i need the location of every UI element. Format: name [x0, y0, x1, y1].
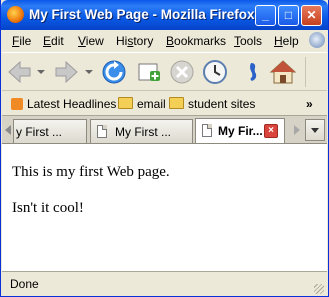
- throbber-icon: [309, 32, 325, 48]
- scroll-tabs-left-button[interactable]: [5, 125, 11, 135]
- minimize-icon: _: [262, 8, 269, 22]
- chevron-down-icon: [311, 128, 319, 133]
- menu-edit[interactable]: Edit: [43, 34, 64, 48]
- toolbar-overflow-icon[interactable]: [305, 57, 326, 87]
- bookmark-student-sites[interactable]: student sites: [169, 97, 255, 111]
- reload-button[interactable]: [99, 57, 129, 87]
- seahorse-button[interactable]: [238, 57, 268, 87]
- history-button[interactable]: [200, 57, 230, 87]
- back-button[interactable]: [6, 57, 36, 87]
- scroll-tabs-right-button[interactable]: [294, 125, 300, 135]
- paragraph-2: Isn't it cool!: [12, 200, 84, 216]
- menu-view[interactable]: View: [78, 34, 104, 48]
- minimize-button[interactable]: _: [255, 5, 276, 26]
- page-content: This is my first Web page. Isn't it cool…: [2, 143, 327, 271]
- stop-button[interactable]: [167, 57, 197, 87]
- paragraph-1: This is my first Web page.: [12, 164, 170, 180]
- bookmark-email[interactable]: email: [118, 97, 166, 111]
- bookmarks-toolbar: Latest Headlines email student sites »: [2, 90, 327, 116]
- resize-grip-icon[interactable]: [314, 284, 324, 294]
- firefox-icon: [7, 6, 24, 23]
- status-bar: Done: [2, 271, 327, 297]
- home-icon: [269, 60, 297, 84]
- maximize-button[interactable]: □: [278, 5, 299, 26]
- menu-bar: File Edit View History Bookmarks Tools H…: [2, 30, 327, 52]
- title-bar[interactable]: My First Web Page - Mozilla Firefox _ □ …: [1, 0, 328, 30]
- navigation-toolbar: [2, 52, 327, 91]
- close-icon: ✕: [306, 8, 317, 22]
- tab-1-label: y First ...: [16, 125, 62, 139]
- maximize-icon: □: [284, 8, 293, 22]
- menu-bookmarks[interactable]: Bookmarks: [166, 34, 226, 48]
- firefox-window: My First Web Page - Mozilla Firefox _ □ …: [0, 0, 329, 297]
- bookmarks-overflow-button[interactable]: »: [306, 97, 313, 111]
- tab-3-label: My Fir...: [218, 124, 263, 138]
- window-title: My First Web Page - Mozilla Firefox: [29, 7, 255, 22]
- menu-tools[interactable]: Tools: [234, 34, 262, 48]
- forward-button[interactable]: [50, 57, 80, 87]
- forward-arrow-icon: [55, 60, 78, 84]
- tab-2-label: My First ...: [115, 125, 171, 139]
- clock-icon: [203, 60, 227, 84]
- tab-3-active[interactable]: My Fir... ×: [195, 118, 285, 144]
- tab-bar: y First ... My First ... My Fir... ×: [2, 115, 327, 144]
- menu-history[interactable]: History: [116, 34, 153, 48]
- close-button[interactable]: ✕: [301, 5, 322, 26]
- home-button[interactable]: [268, 57, 298, 87]
- folder-icon: [169, 97, 184, 109]
- new-tab-button[interactable]: [134, 57, 164, 87]
- tab-2[interactable]: My First ...: [90, 119, 193, 143]
- page-icon: [97, 125, 107, 138]
- back-dropdown-icon[interactable]: [37, 70, 45, 74]
- list-all-tabs-button[interactable]: [305, 119, 325, 141]
- seahorse-icon: [250, 63, 257, 81]
- status-text: Done: [10, 277, 39, 291]
- page-icon: [202, 124, 212, 137]
- reload-icon: [102, 60, 126, 84]
- rss-icon: [11, 98, 23, 110]
- bookmark-latest-headlines[interactable]: Latest Headlines: [11, 97, 116, 111]
- new-page-icon: [138, 63, 160, 81]
- menu-help[interactable]: Help: [274, 34, 299, 48]
- folder-icon: [118, 97, 133, 109]
- back-arrow-icon: [8, 60, 31, 84]
- menu-file[interactable]: File: [12, 34, 31, 48]
- tab-1[interactable]: y First ...: [13, 119, 87, 143]
- stop-icon: [170, 60, 194, 84]
- tab-close-icon[interactable]: ×: [264, 124, 278, 138]
- forward-dropdown-icon[interactable]: [85, 70, 93, 74]
